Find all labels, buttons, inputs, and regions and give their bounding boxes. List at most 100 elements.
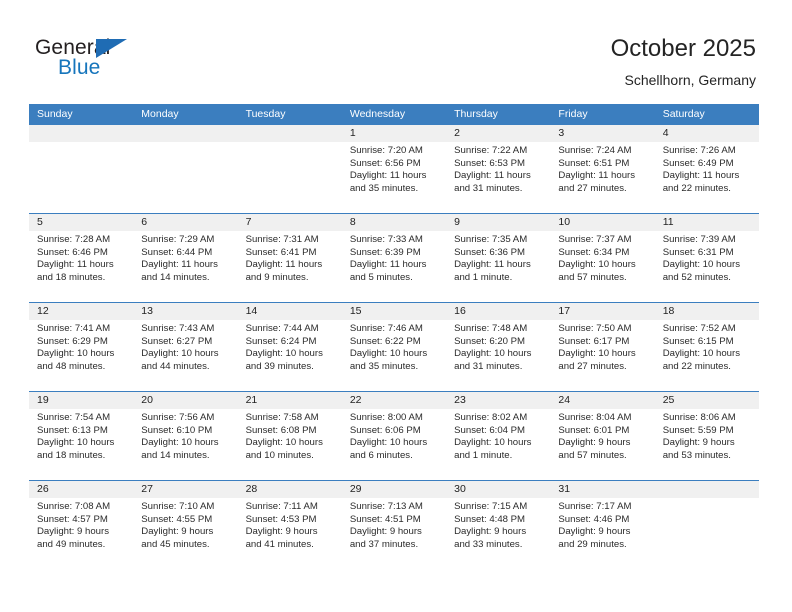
- daylight-text-cont: and 45 minutes.: [141, 538, 210, 550]
- day-number: 20: [141, 394, 153, 406]
- sunrise-text: Sunrise: 7:58 AM: [245, 412, 319, 423]
- calendar-day-cell[interactable]: 24 Sunrise: 8:04 AM Sunset: 6:01 PM Dayligh…: [550, 392, 655, 480]
- daylight-text: Daylight: 10 hours: [349, 437, 428, 449]
- calendar-day-cell[interactable]: 4 Sunrise: 7:26 AM Sunset: 6:49 PM Daylight…: [654, 125, 759, 213]
- sunrise-text: Sunrise: 7:46 AM: [349, 323, 423, 334]
- day-details: Sunrise: 8:02 AM Sunset: 6:04 PM Daylight:…: [446, 409, 550, 462]
- calendar-day-cell[interactable]: 10 Sunrise: 7:37 AM Sunset: 6:34 PM Dayligh…: [550, 214, 655, 302]
- calendar-day-cell[interactable]: 2 Sunrise: 7:22 AM Sunset: 6:53 PM Daylight…: [446, 125, 551, 213]
- sunrise-text: Sunrise: 8:02 AM: [454, 412, 528, 423]
- daylight-text: Daylight: 11 hours: [349, 170, 427, 182]
- sunset-text: Sunset: 6:10 PM: [141, 424, 213, 436]
- daylight-text: Daylight: 11 hours: [558, 170, 636, 182]
- weekday-header-wednesday: Wednesday: [349, 108, 406, 120]
- calendar-day-cell[interactable]: 27 Sunrise: 7:10 AM Sunset: 4:55 PM Dayligh…: [133, 481, 238, 569]
- day-number: 25: [662, 394, 675, 406]
- daylight-text-cont: and 1 minute.: [454, 449, 513, 461]
- calendar-day-cell[interactable]: 3 Sunrise: 7:24 AM Sunset: 6:51 PM Daylight…: [550, 125, 655, 213]
- day-number: 13: [141, 305, 153, 317]
- daylight-text-cont: and 57 minutes.: [558, 449, 627, 461]
- sunrise-text: Sunrise: 7:24 AM: [558, 145, 632, 156]
- calendar-day-cell[interactable]: 17 Sunrise: 7:50 AM Sunset: 6:17 PM Dayligh…: [550, 303, 655, 391]
- calendar-day-cell[interactable]: 8 Sunrise: 7:33 AM Sunset: 6:39 PM Daylight…: [341, 214, 447, 302]
- day-number-band: 10: [550, 214, 655, 231]
- calendar-day-cell[interactable]: 19 Sunrise: 7:54 AM Sunset: 6:13 PM Dayligh…: [29, 392, 134, 480]
- calendar-day-cell[interactable]: 23 Sunrise: 8:02 AM Sunset: 6:04 PM Dayligh…: [446, 392, 551, 480]
- daylight-text: Daylight: 10 hours: [245, 437, 323, 449]
- day-number-band: 12: [29, 303, 134, 320]
- calendar-day-cell[interactable]: 12 Sunrise: 7:41 AM Sunset: 6:29 PM Dayligh…: [29, 303, 134, 391]
- calendar-page: General Blue October 2025 Schellhorn, Ge…: [0, 0, 792, 612]
- daylight-text-cont: and 9 minutes.: [245, 271, 309, 283]
- calendar-day-cell[interactable]: 18 Sunrise: 7:52 AM Sunset: 6:15 PM Dayligh…: [654, 303, 759, 391]
- logo-text-blue: Blue: [58, 56, 101, 79]
- daylight-text: Daylight: 9 hours: [558, 437, 631, 449]
- calendar-day-cell[interactable]: 1 Sunrise: 7:20 AM Sunset: 6:56 PM Daylight…: [341, 125, 447, 213]
- daylight-text: Daylight: 11 hours: [662, 170, 740, 182]
- day-details: Sunrise: 7:33 AM Sunset: 6:39 PM Daylight:…: [342, 231, 446, 284]
- day-number-band: 26: [29, 481, 134, 498]
- calendar-day-cell[interactable]: 21 Sunrise: 7:58 AM Sunset: 6:08 PM Dayligh…: [237, 392, 342, 480]
- calendar-day-cell[interactable]: 29 Sunrise: 7:13 AM Sunset: 4:51 PM Dayligh…: [341, 481, 447, 569]
- calendar-day-cell[interactable]: 30 Sunrise: 7:15 AM Sunset: 4:48 PM Dayligh…: [446, 481, 551, 569]
- day-details: Sunrise: 7:17 AM Sunset: 4:46 PM Daylight:…: [550, 498, 654, 551]
- calendar-day-cell[interactable]: 14 Sunrise: 7:44 AM Sunset: 6:24 PM Dayligh…: [237, 303, 342, 391]
- day-number-band: 11: [654, 214, 759, 231]
- calendar-day-cell[interactable]: 6 Sunrise: 7:29 AM Sunset: 6:44 PM Daylight…: [133, 214, 238, 302]
- sunrise-text: Sunrise: 7:33 AM: [349, 234, 423, 245]
- calendar-day-cell[interactable]: 26 Sunrise: 7:08 AM Sunset: 4:57 PM Dayligh…: [29, 481, 134, 569]
- general-blue-logo[interactable]: General Blue: [35, 36, 155, 84]
- day-number-band: 23: [446, 392, 551, 409]
- calendar-day-cell[interactable]: 7 Sunrise: 7:31 AM Sunset: 6:41 PM Daylight…: [237, 214, 342, 302]
- sunset-text: Sunset: 6:44 PM: [141, 246, 213, 258]
- sunrise-text: Sunrise: 8:06 AM: [662, 412, 736, 423]
- calendar-day-cell[interactable]: 28 Sunrise: 7:11 AM Sunset: 4:53 PM Dayligh…: [237, 481, 342, 569]
- sunset-text: Sunset: 6:41 PM: [245, 246, 317, 258]
- sunset-text: Sunset: 6:49 PM: [662, 157, 734, 169]
- day-details: [133, 142, 237, 145]
- sunset-text: Sunset: 6:46 PM: [37, 246, 108, 258]
- calendar-day-cell[interactable]: 16 Sunrise: 7:48 AM Sunset: 6:20 PM Dayligh…: [446, 303, 551, 391]
- sunset-text: Sunset: 6:39 PM: [349, 246, 421, 258]
- calendar-day-cell[interactable]: 25 Sunrise: 8:06 AM Sunset: 5:59 PM Dayligh…: [654, 392, 759, 480]
- calendar-day-cell[interactable]: 11 Sunrise: 7:39 AM Sunset: 6:31 PM Dayligh…: [654, 214, 759, 302]
- calendar-week-row: 12 Sunrise: 7:41 AM Sunset: 6:29 PM Dayligh…: [29, 302, 759, 391]
- day-number: 10: [558, 216, 571, 228]
- daylight-text: Daylight: 11 hours: [349, 259, 427, 271]
- calendar-day-cell[interactable]: 9 Sunrise: 7:35 AM Sunset: 6:36 PM Daylight…: [446, 214, 551, 302]
- sunrise-text: Sunrise: 7:37 AM: [558, 234, 632, 245]
- daylight-text-cont: and 14 minutes.: [141, 271, 210, 283]
- day-details: Sunrise: 7:11 AM Sunset: 4:53 PM Daylight:…: [238, 498, 342, 551]
- day-number: 24: [558, 394, 571, 406]
- sunset-text: Sunset: 4:51 PM: [349, 513, 421, 525]
- weekday-header-thursday: Thursday: [454, 108, 498, 120]
- daylight-text-cont: and 49 minutes.: [37, 538, 106, 550]
- daylight-text-cont: and 18 minutes.: [37, 449, 106, 461]
- daylight-text-cont: and 31 minutes.: [454, 182, 523, 194]
- calendar-day-cell[interactable]: 31 Sunrise: 7:17 AM Sunset: 4:46 PM Dayligh…: [550, 481, 655, 569]
- sunrise-text: Sunrise: 7:50 AM: [558, 323, 632, 334]
- day-number: 22: [349, 394, 362, 406]
- day-number-band: 31: [550, 481, 655, 498]
- sunrise-text: Sunrise: 7:08 AM: [37, 501, 111, 512]
- calendar-day-cell[interactable]: 15 Sunrise: 7:46 AM Sunset: 6:22 PM Dayligh…: [341, 303, 447, 391]
- day-number-band: [654, 481, 759, 498]
- day-details: Sunrise: 8:00 AM Sunset: 6:06 PM Daylight:…: [342, 409, 446, 462]
- weekday-header-monday: Monday: [141, 108, 179, 120]
- day-number: 11: [662, 216, 674, 228]
- page-title: October 2025: [610, 35, 756, 62]
- day-number-band: 2: [446, 125, 551, 142]
- daylight-text-cont: and 48 minutes.: [37, 360, 106, 372]
- day-number-band: 15: [341, 303, 447, 320]
- calendar-day-cell[interactable]: 13 Sunrise: 7:43 AM Sunset: 6:27 PM Dayligh…: [133, 303, 238, 391]
- sunset-text: Sunset: 4:53 PM: [245, 513, 317, 525]
- day-number: 7: [245, 216, 252, 228]
- daylight-text: Daylight: 9 hours: [141, 526, 214, 538]
- day-number: 5: [37, 216, 43, 228]
- calendar-day-cell[interactable]: 5 Sunrise: 7:28 AM Sunset: 6:46 PM Daylight…: [29, 214, 134, 302]
- calendar-day-cell[interactable]: 20 Sunrise: 7:56 AM Sunset: 6:10 PM Dayligh…: [133, 392, 238, 480]
- calendar-day-cell[interactable]: 22 Sunrise: 8:00 AM Sunset: 6:06 PM Dayligh…: [341, 392, 447, 480]
- day-details: [238, 142, 342, 145]
- day-number-band: 29: [341, 481, 447, 498]
- day-number-band: 19: [29, 392, 134, 409]
